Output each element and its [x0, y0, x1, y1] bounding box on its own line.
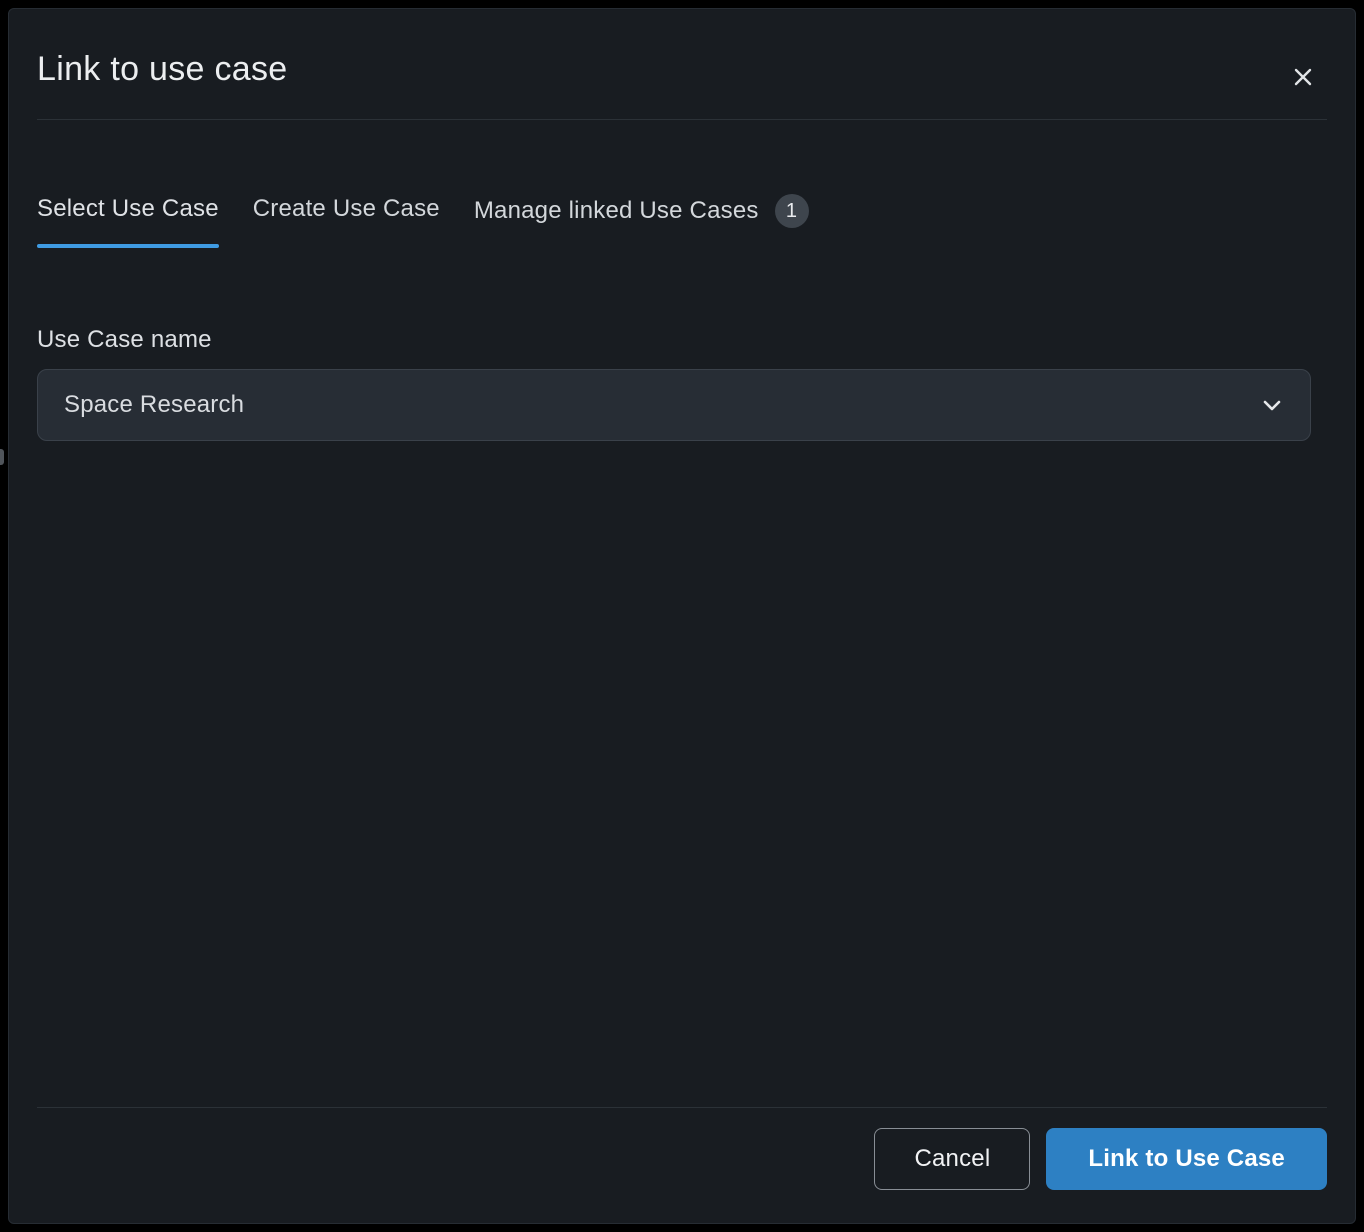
close-icon	[1291, 65, 1315, 89]
tab-label: Manage linked Use Cases	[474, 196, 759, 226]
use-case-select[interactable]: Space Research	[37, 369, 1311, 441]
dialog-title: Link to use case	[37, 47, 1235, 91]
content-spacer	[9, 441, 1355, 1107]
footer-divider	[37, 1107, 1327, 1108]
tab-select-use-case[interactable]: Select Use Case	[37, 194, 219, 248]
close-button[interactable]	[1285, 59, 1321, 95]
linked-count-badge: 1	[775, 194, 809, 228]
use-case-name-label: Use Case name	[37, 324, 1327, 356]
link-to-use-case-button[interactable]: Link to Use Case	[1046, 1128, 1327, 1190]
dialog-footer: Cancel Link to Use Case	[37, 1128, 1327, 1190]
tab-create-use-case[interactable]: Create Use Case	[253, 194, 440, 224]
use-case-select-value: Space Research	[64, 391, 244, 419]
active-tab-indicator	[37, 244, 219, 248]
tab-label: Create Use Case	[253, 194, 440, 224]
link-to-use-case-dialog: Link to use case Select Use Case Create …	[8, 8, 1356, 1224]
cancel-button[interactable]: Cancel	[874, 1128, 1030, 1190]
tab-label: Select Use Case	[37, 194, 219, 224]
tab-manage-linked-use-cases[interactable]: Manage linked Use Cases 1	[474, 194, 809, 228]
background-edge-artifact	[0, 449, 4, 465]
tab-panel-select-use-case: Use Case name Space Research	[37, 324, 1327, 441]
tab-bar: Select Use Case Create Use Case Manage l…	[37, 194, 1327, 248]
chevron-down-icon	[1258, 391, 1286, 419]
header-divider	[37, 119, 1327, 120]
